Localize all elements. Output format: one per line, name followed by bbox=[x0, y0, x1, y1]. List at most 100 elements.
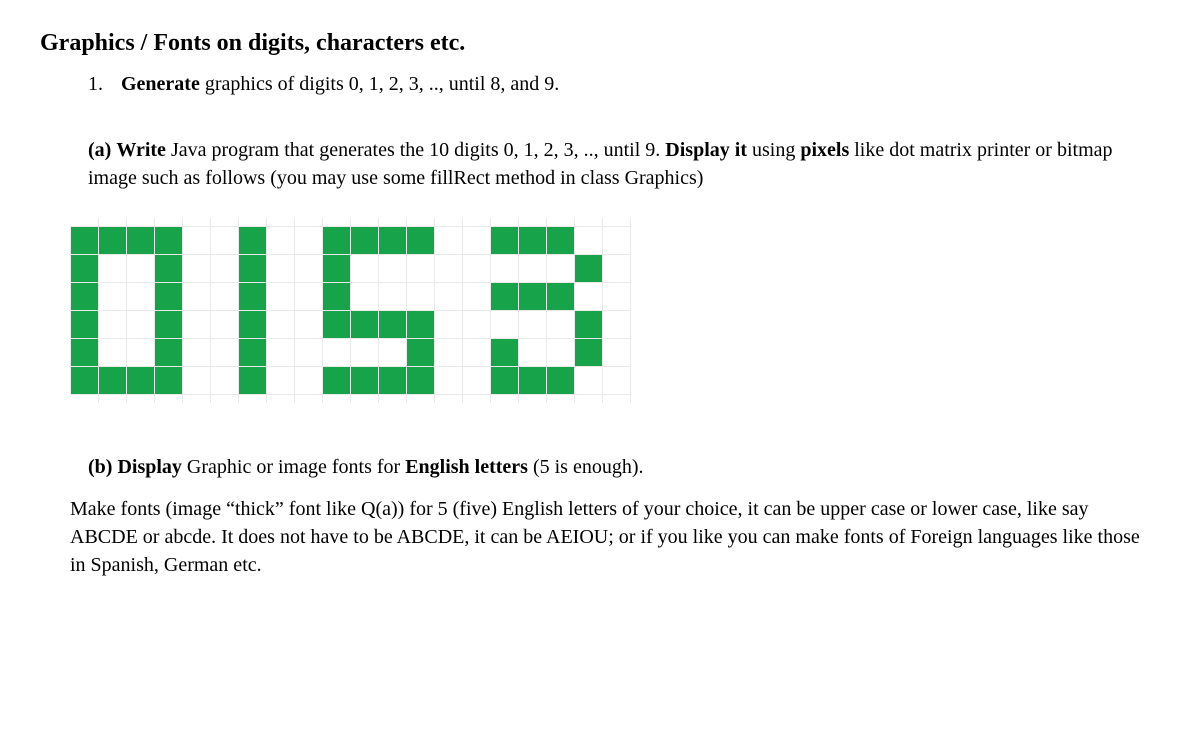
pixel-off bbox=[127, 339, 155, 367]
pixel-on bbox=[323, 255, 351, 283]
pixel-off bbox=[295, 255, 323, 283]
pixel-off bbox=[295, 311, 323, 339]
pixel-off bbox=[183, 367, 211, 395]
pixel-off bbox=[183, 283, 211, 311]
sub-b-rest: (5 is enough). bbox=[528, 456, 644, 478]
pixel-on bbox=[99, 367, 127, 395]
pixel-off bbox=[351, 255, 379, 283]
pixel-off bbox=[267, 227, 295, 255]
pixel-on bbox=[407, 367, 435, 395]
pixel-on bbox=[239, 367, 267, 395]
grid-tick bbox=[295, 395, 323, 403]
pixel-on bbox=[351, 227, 379, 255]
item1-rest: graphics of digits 0, 1, 2, 3, .., until… bbox=[200, 73, 559, 95]
grid-tick bbox=[211, 218, 239, 226]
sub-a-label: (a) bbox=[88, 139, 111, 161]
pixel-off bbox=[183, 311, 211, 339]
grid-tick bbox=[295, 218, 323, 226]
grid-tick bbox=[183, 395, 211, 403]
pixel-on bbox=[547, 367, 575, 395]
pixel-off bbox=[603, 339, 631, 367]
pixel-on bbox=[155, 339, 183, 367]
pixel-off bbox=[463, 339, 491, 367]
pixel-on bbox=[323, 283, 351, 311]
grid-tick bbox=[407, 218, 435, 226]
pixel-on bbox=[351, 367, 379, 395]
pixel-on bbox=[519, 283, 547, 311]
grid-tick bbox=[435, 218, 463, 226]
sub-b-lead: Display bbox=[117, 456, 181, 478]
pixel-off bbox=[183, 339, 211, 367]
pixel-off bbox=[547, 255, 575, 283]
pixel-on bbox=[491, 367, 519, 395]
sub-b-mid: Graphic or image fonts for bbox=[182, 456, 405, 478]
pixel-off bbox=[603, 283, 631, 311]
pixel-on bbox=[99, 227, 127, 255]
pixel-off bbox=[211, 311, 239, 339]
pixel-off bbox=[491, 255, 519, 283]
sub-a-bold2: Display it bbox=[665, 139, 747, 161]
pixel-off bbox=[295, 283, 323, 311]
pixel-off bbox=[603, 367, 631, 395]
grid-tick bbox=[155, 218, 183, 226]
pixel-on bbox=[155, 227, 183, 255]
pixel-off bbox=[463, 283, 491, 311]
list-item-1: 1. Generate graphics of digits 0, 1, 2, … bbox=[88, 73, 1160, 96]
pixel-off bbox=[295, 339, 323, 367]
pixel-off bbox=[519, 339, 547, 367]
pixel-on bbox=[519, 227, 547, 255]
pixel-off bbox=[463, 311, 491, 339]
pixel-off bbox=[463, 227, 491, 255]
sub-a-mid2: using bbox=[747, 139, 800, 161]
pixel-off bbox=[211, 339, 239, 367]
pixel-on bbox=[239, 283, 267, 311]
pixel-off bbox=[603, 255, 631, 283]
bottom-paragraph: Make fonts (image “thick” font like Q(a)… bbox=[40, 495, 1160, 579]
pixel-off bbox=[323, 339, 351, 367]
grid-tick bbox=[183, 218, 211, 226]
pixel-off bbox=[603, 227, 631, 255]
pixel-on bbox=[519, 367, 547, 395]
pixel-off bbox=[519, 311, 547, 339]
pixel-off bbox=[99, 283, 127, 311]
grid-tick bbox=[463, 395, 491, 403]
pixel-off bbox=[407, 255, 435, 283]
pixel-on bbox=[379, 367, 407, 395]
grid-tick bbox=[603, 218, 631, 226]
pixel-off bbox=[603, 311, 631, 339]
grid-tick bbox=[99, 218, 127, 226]
grid-tick bbox=[351, 218, 379, 226]
pixel-on bbox=[407, 227, 435, 255]
pixel-off bbox=[127, 283, 155, 311]
pixel-on bbox=[491, 227, 519, 255]
sub-b-bold2: English letters bbox=[405, 456, 528, 478]
grid-tick bbox=[575, 395, 603, 403]
grid-tick bbox=[379, 218, 407, 226]
pixel-on bbox=[155, 311, 183, 339]
pixel-on bbox=[379, 227, 407, 255]
pixel-off bbox=[267, 283, 295, 311]
pixel-on bbox=[491, 339, 519, 367]
pixel-off bbox=[463, 255, 491, 283]
pixel-off bbox=[295, 367, 323, 395]
pixel-on bbox=[71, 283, 99, 311]
pixel-on bbox=[239, 255, 267, 283]
pixel-off bbox=[211, 283, 239, 311]
pixel-off bbox=[379, 339, 407, 367]
pixel-off bbox=[379, 283, 407, 311]
pixel-off bbox=[575, 283, 603, 311]
grid-tick bbox=[127, 395, 155, 403]
pixel-on bbox=[239, 227, 267, 255]
pixel-off bbox=[547, 311, 575, 339]
pixel-on bbox=[407, 339, 435, 367]
grid-tick bbox=[379, 395, 407, 403]
pixel-off bbox=[211, 255, 239, 283]
pixel-off bbox=[435, 227, 463, 255]
sub-item-b: (b) Display Graphic or image fonts for E… bbox=[88, 453, 1160, 481]
pixel-on bbox=[575, 339, 603, 367]
pixel-on bbox=[127, 227, 155, 255]
pixel-on bbox=[71, 227, 99, 255]
pixel-off bbox=[211, 367, 239, 395]
grid-tick bbox=[491, 395, 519, 403]
sub-a-bold3: pixels bbox=[800, 139, 849, 161]
